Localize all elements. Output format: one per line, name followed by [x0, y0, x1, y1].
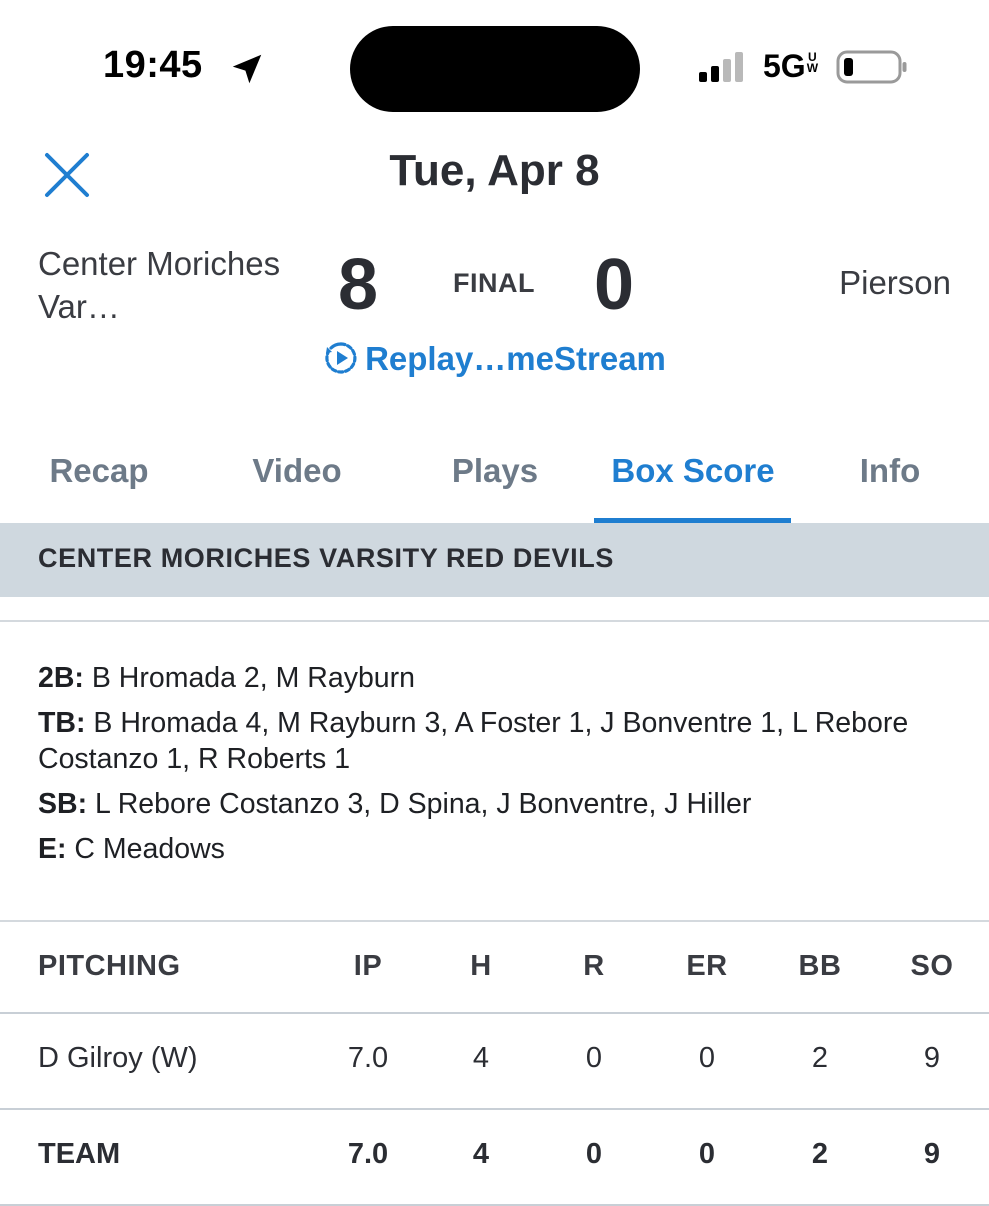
away-team-score: 0 — [594, 245, 635, 325]
status-time: 19:45 — [103, 44, 203, 86]
column-header: IP — [353, 950, 383, 982]
battery-icon — [836, 50, 907, 84]
column-header: SO — [910, 950, 954, 982]
table-row[interactable]: D Gilroy (W) 7.0 4 0 0 2 9 — [0, 1014, 989, 1110]
stat-cell: 7.0 — [347, 1042, 389, 1074]
pitcher-name[interactable]: D Gilroy (W) — [38, 1042, 197, 1075]
tab-box-score[interactable]: Box Score — [594, 452, 792, 490]
home-team-name[interactable]: Center Moriches Var… — [38, 242, 318, 328]
tab-plays[interactable]: Plays — [396, 452, 594, 490]
note-errors: E: C Meadows — [38, 831, 938, 867]
stat-cell: 2 — [811, 1042, 829, 1074]
location-arrow-icon — [232, 54, 262, 84]
table-header-row: PITCHING IP H R ER BB SO — [0, 922, 989, 1014]
replay-label: Replay…meStream — [365, 340, 666, 377]
network-label: 5G — [763, 48, 806, 84]
page-title: Tue, Apr 8 — [389, 146, 600, 195]
stat-cell: 9 — [923, 1138, 941, 1170]
table-row-team-total: TEAM 7.0 4 0 0 2 9 — [0, 1110, 989, 1206]
column-header: R — [583, 950, 605, 982]
game-status: FINAL — [453, 268, 535, 298]
column-header: H — [470, 950, 492, 982]
note-key: SB: — [38, 788, 88, 820]
note-value: B Hromada 4, M Rayburn 3, A Foster 1, J … — [38, 707, 909, 775]
home-team-score: 8 — [338, 245, 379, 325]
note-value: B Hromada 2, M Rayburn — [91, 662, 415, 694]
stat-cell: 4 — [472, 1138, 490, 1170]
network-suffix: UW — [806, 51, 819, 75]
cellular-signal-icon — [699, 52, 743, 82]
team-total-label: TEAM — [38, 1138, 121, 1170]
network-suffix-bottom: W — [806, 61, 819, 75]
note-key: E: — [38, 833, 67, 865]
tab-info[interactable]: Info — [791, 452, 989, 490]
stat-cell: 2 — [811, 1138, 829, 1170]
network-indicator: 5G U W — [763, 48, 818, 85]
stat-cell: 0 — [585, 1138, 603, 1170]
dynamic-island — [350, 26, 640, 112]
team-section-header: CENTER MORICHES VARSITY RED DEVILS — [0, 523, 989, 597]
away-team-name[interactable]: Pierson — [839, 264, 951, 302]
tab-bar: Recap Video Plays Box Score Info — [0, 440, 989, 524]
note-stolen-bases: SB: L Rebore Costanzo 3, D Spina, J Bonv… — [38, 786, 938, 822]
stat-cell: 4 — [472, 1042, 490, 1074]
replay-icon — [325, 342, 357, 374]
column-header: ER — [686, 950, 728, 982]
stat-cell: 0 — [698, 1042, 716, 1074]
tab-video[interactable]: Video — [198, 452, 396, 490]
pitching-table: PITCHING IP H R ER BB SO D Gilroy (W) 7.… — [0, 922, 989, 1206]
note-doubles: 2B: B Hromada 2, M Rayburn — [38, 660, 938, 696]
column-header: PITCHING — [38, 950, 181, 982]
stat-cell: 0 — [585, 1042, 603, 1074]
note-total-bases: TB: B Hromada 4, M Rayburn 3, A Foster 1… — [38, 705, 938, 777]
team-section-title: CENTER MORICHES VARSITY RED DEVILS — [38, 543, 614, 573]
stat-cell: 7.0 — [347, 1138, 389, 1170]
stat-cell: 0 — [698, 1138, 716, 1170]
divider — [0, 620, 989, 622]
note-value: L Rebore Costanzo 3, D Spina, J Bonventr… — [95, 788, 752, 820]
note-key: TB: — [38, 707, 86, 739]
replay-link[interactable]: Replay…meStream — [0, 340, 989, 378]
note-value: C Meadows — [74, 833, 225, 865]
batting-notes: 2B: B Hromada 2, M Rayburn TB: B Hromada… — [38, 660, 938, 876]
tab-recap[interactable]: Recap — [0, 452, 198, 490]
column-header: BB — [798, 950, 842, 982]
note-key: 2B: — [38, 662, 84, 694]
stat-cell: 9 — [923, 1042, 941, 1074]
